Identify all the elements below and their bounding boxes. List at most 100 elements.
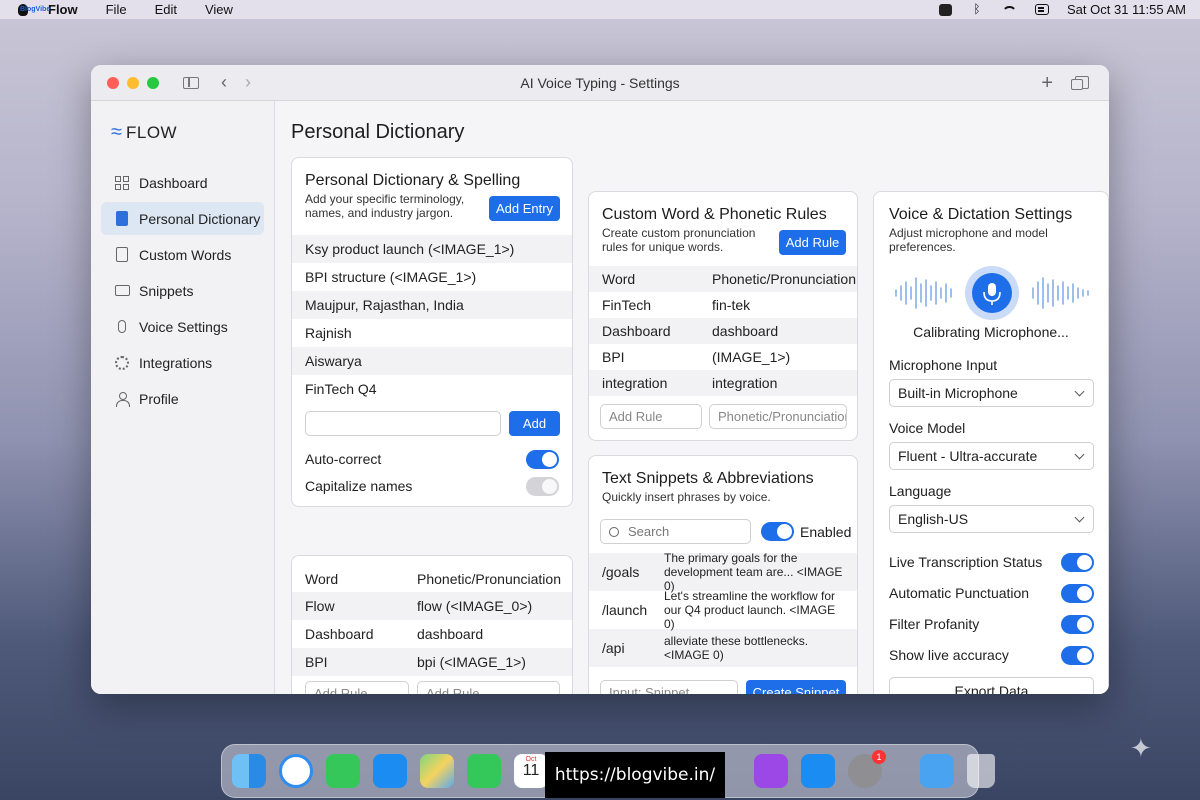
menu-app-name[interactable]: Flow xyxy=(48,2,78,17)
sidebar-item-label: Integrations xyxy=(139,354,213,371)
sidebar-item-label: Custom Words xyxy=(139,246,232,263)
create-snippet-button[interactable]: Create Snippet xyxy=(746,680,846,694)
calendar-icon[interactable]: Oct 11 xyxy=(514,754,548,788)
add-rule-input[interactable]: Add Rule xyxy=(600,404,702,429)
sidebar-item-profile[interactable]: Profile xyxy=(101,382,264,415)
add-rule-word-input[interactable]: Add Rule xyxy=(305,681,409,694)
blogvibe-logo: BlogVibe xyxy=(20,6,51,13)
document-icon xyxy=(114,247,130,263)
sidebar-item-label: Voice Settings xyxy=(139,318,228,335)
maps-icon[interactable] xyxy=(420,754,454,788)
back-chevron-icon[interactable]: ‹ xyxy=(221,72,227,93)
add-entry-button[interactable]: Add Entry xyxy=(489,196,560,221)
entry-input[interactable] xyxy=(305,411,501,436)
auto-correct-toggle[interactable] xyxy=(526,449,559,469)
list-item[interactable]: Maujpur, Rajasthan, India xyxy=(292,291,572,319)
forward-chevron-icon[interactable]: › xyxy=(245,72,251,93)
zoom-window-button[interactable] xyxy=(147,76,159,89)
table-row[interactable]: Dashboard dashboard xyxy=(589,318,857,344)
table-row[interactable]: FinTech fin-tek xyxy=(589,292,857,318)
toggle-row-live-transcription: Live Transcription Status xyxy=(876,550,1094,574)
grid-icon xyxy=(114,175,130,191)
snippet-input[interactable]: Input: Snippet xyxy=(600,680,738,694)
automatic-punctuation-toggle[interactable] xyxy=(1061,583,1094,603)
card-subtitle: Quickly insert phrases by voice. xyxy=(602,490,771,504)
add-button[interactable]: Add xyxy=(509,411,560,436)
list-item[interactable]: Rajnish xyxy=(292,319,572,347)
system-settings-icon[interactable]: 1 xyxy=(848,750,886,788)
table-row[interactable]: BPI (IMAGE_1>) xyxy=(589,344,857,370)
table-row[interactable]: Dashboard dashboard xyxy=(292,620,572,648)
menu-file[interactable]: File xyxy=(106,2,127,17)
table-row[interactable]: integration integration xyxy=(589,370,857,396)
minimize-window-button[interactable] xyxy=(127,76,139,89)
table-cell-phonetic: integration xyxy=(712,375,778,391)
podcasts-icon[interactable] xyxy=(754,754,788,788)
sidebar-item-snippets[interactable]: Snippets xyxy=(101,274,264,307)
voice-model-select[interactable]: Fluent - Ultra-accurate xyxy=(889,442,1094,470)
brand: ≈ FLOW xyxy=(111,121,274,144)
language-select[interactable]: English-US xyxy=(889,505,1094,533)
wifi-icon[interactable] xyxy=(1002,5,1017,14)
sidebar-item-voice-settings[interactable]: Voice Settings xyxy=(101,310,264,343)
show-accuracy-toggle[interactable] xyxy=(1061,645,1094,665)
table-cell-word: FinTech xyxy=(602,297,652,313)
downloads-folder-icon[interactable] xyxy=(920,754,954,788)
mail-icon[interactable] xyxy=(373,754,407,788)
filter-profanity-toggle[interactable] xyxy=(1061,614,1094,634)
user-icon xyxy=(114,391,130,407)
toggle-row-profanity: Filter Profanity xyxy=(876,612,1094,636)
snippet-text: alleviate these bottlenecks. <IMAGE 0) xyxy=(664,634,809,662)
new-tab-plus-icon[interactable]: + xyxy=(1041,73,1053,93)
sidebar-toggle-icon[interactable] xyxy=(183,76,199,89)
card-title: Personal Dictionary & Spelling xyxy=(305,172,521,189)
list-item[interactable]: BPI structure (<IMAGE_1>) xyxy=(292,263,572,291)
list-item[interactable]: Aiswarya xyxy=(292,347,572,375)
menu-edit[interactable]: Edit xyxy=(155,2,177,17)
sidebar-item-label: Personal Dictionary xyxy=(139,210,261,227)
wave-logo-icon: ≈ xyxy=(111,121,122,143)
sidebar-item-custom-words[interactable]: Custom Words xyxy=(101,238,264,271)
live-transcription-toggle[interactable] xyxy=(1061,552,1094,572)
add-rule-button[interactable]: Add Rule xyxy=(779,230,846,255)
bluetooth-icon[interactable]: ᛒ xyxy=(970,3,984,15)
table-cell-phonetic: dashboard xyxy=(712,323,779,339)
list-item[interactable]: Ksy product launch (<IMAGE_1>) xyxy=(292,235,572,263)
snippets-card: Text Snippets & Abbreviations Quickly in… xyxy=(588,455,858,694)
snippet-row[interactable]: /api alleviate these bottlenecks. <IMAGE… xyxy=(589,629,857,667)
list-item[interactable]: FinTech Q4 xyxy=(292,375,572,403)
snippet-row[interactable]: /goals The primary goals for the develop… xyxy=(589,551,857,593)
gear-icon xyxy=(114,355,130,371)
card-subtitle: Create custom pronunciation rules for un… xyxy=(602,226,756,254)
finder-icon[interactable] xyxy=(232,754,266,788)
phonetic-input[interactable]: Phonetic/Pronunciation xyxy=(709,404,847,429)
sidebar-item-personal-dictionary[interactable]: Personal Dictionary xyxy=(101,202,264,235)
facetime-icon[interactable] xyxy=(467,754,501,788)
snippet-search-input[interactable]: Search xyxy=(600,519,751,544)
sidebar: ≈ FLOW Dashboard Personal Dictionary Cus… xyxy=(91,101,275,694)
table-row[interactable]: Flow flow (<IMAGE_0>) xyxy=(292,592,572,620)
control-center-icon[interactable] xyxy=(1035,4,1049,15)
sidebar-item-dashboard[interactable]: Dashboard xyxy=(101,166,264,199)
tab-overview-icon[interactable] xyxy=(1071,76,1089,90)
calibration-status: Calibrating Microphone... xyxy=(913,324,1069,340)
capitalize-toggle[interactable] xyxy=(526,476,559,496)
export-data-button[interactable]: Export Data xyxy=(889,677,1094,694)
table-row[interactable]: BPI bpi (<IMAGE_1>) xyxy=(292,648,572,676)
add-rule-phonetic-input[interactable]: Add Rule xyxy=(417,681,560,694)
menu-view[interactable]: View xyxy=(205,2,233,17)
sidebar-item-integrations[interactable]: Integrations xyxy=(101,346,264,379)
snippet-row[interactable]: /launch Let's streamline the workflow fo… xyxy=(589,589,857,631)
messages-icon[interactable] xyxy=(326,754,360,788)
menu-clock[interactable]: Sat Oct 31 11:55 AM xyxy=(1067,2,1186,17)
trash-icon[interactable] xyxy=(967,754,995,788)
safari-icon[interactable] xyxy=(279,754,313,788)
screen-record-icon[interactable] xyxy=(939,3,952,16)
snippets-enabled-toggle[interactable] xyxy=(761,522,794,541)
dictionary-card: Personal Dictionary & Spelling Add your … xyxy=(291,157,573,507)
close-window-button[interactable] xyxy=(107,76,119,89)
app-store-icon[interactable] xyxy=(801,754,835,788)
enabled-label: Enabled xyxy=(800,524,852,540)
mic-input-select[interactable]: Built-in Microphone xyxy=(889,379,1094,407)
sidebar-item-label: Dashboard xyxy=(139,174,208,191)
